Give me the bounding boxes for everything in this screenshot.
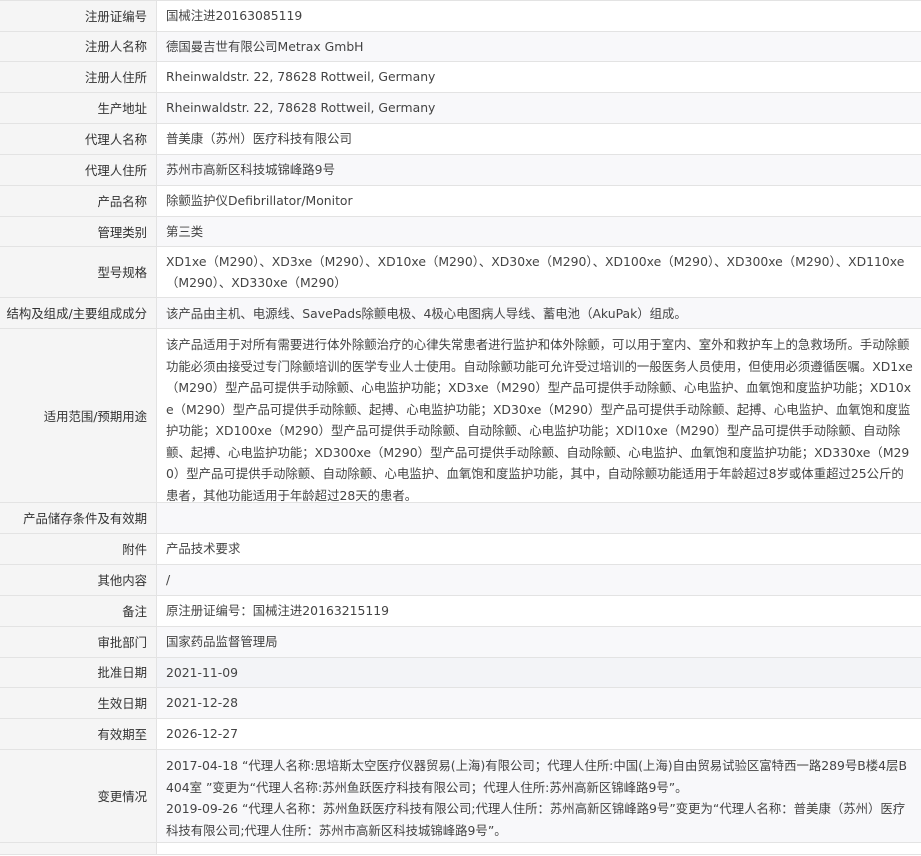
- table-row-other-content: 其他内容 /: [0, 564, 921, 596]
- field-value: 该产品由主机、电源线、SavePads除颤电极、4极心电图病人导线、蓄电池（Ak…: [166, 305, 687, 321]
- table-row-agent-name: 代理人名称 普美康（苏州）医疗科技有限公司: [0, 124, 921, 155]
- field-value: XD1xe（M290）、XD3xe（M290）、XD10xe（M290）、XD3…: [166, 253, 905, 291]
- field-label: 注册人住所: [0, 62, 157, 93]
- table-row-registrant-name: 注册人名称 德国曼吉世有限公司Metrax GmbH: [0, 31, 921, 63]
- field-label: 产品名称: [0, 185, 157, 216]
- table-row-effective-date: 生效日期 2021-12-28: [0, 688, 921, 720]
- field-value: 德国曼吉世有限公司Metrax GmbH: [166, 38, 364, 54]
- table-row-intended-use: 适用范围/预期用途 该产品适用于对所有需要进行体外除颤治疗的心律失常患者进行监护…: [0, 329, 921, 504]
- table-row-agent-address: 代理人住所 苏州市高新区科技城锦峰路9号: [0, 154, 921, 186]
- field-value: 第三类: [166, 223, 204, 239]
- table-row-registrant-address: 注册人住所 Rheinwaldstr. 22, 78628 Rottweil, …: [0, 62, 921, 94]
- field-label: 注册人名称: [0, 31, 157, 62]
- change-entry: 2019-09-26 “代理人名称：苏州鱼跃医疗科技有限公司;代理人住所：苏州高…: [166, 801, 906, 838]
- field-label: 适用范围/预期用途: [0, 329, 157, 503]
- table-row-approval-department: 审批部门 国家药品监督管理局: [0, 626, 921, 658]
- table-row-expiry-date: 有效期至 2026-12-27: [0, 719, 921, 751]
- field-value: 国械注进20163085119: [166, 8, 303, 24]
- table-row-registration-number: 注册证编号 国械注进20163085119: [0, 1, 921, 32]
- field-value: [157, 503, 921, 533]
- table-row-remarks: 备注 原注册证编号：国械注进20163215119: [0, 595, 921, 627]
- field-value: 除颤监护仪Defibrillator/Monitor: [166, 193, 353, 209]
- field-value: 产品技术要求: [166, 541, 241, 557]
- table-row-product-name: 产品名称 除颤监护仪Defibrillator/Monitor: [0, 185, 921, 217]
- field-label: 备注: [0, 595, 157, 626]
- field-value: Rheinwaldstr. 22, 78628 Rottweil, German…: [166, 69, 436, 85]
- table-row-approval-date: 批准日期 2021-11-09: [0, 657, 921, 689]
- registration-detail-table: 注册证编号 国械注进20163085119 注册人名称 德国曼吉世有限公司Met…: [0, 0, 921, 856]
- field-label: 结构及组成/主要组成成分: [0, 298, 157, 329]
- field-label: 有效期至: [0, 719, 157, 750]
- field-label: 生效日期: [0, 688, 157, 719]
- field-value: 2021-11-09: [166, 664, 239, 680]
- field-value: /: [166, 572, 171, 588]
- field-label: 代理人住所: [0, 154, 157, 185]
- field-value: [157, 843, 921, 854]
- field-value: Rheinwaldstr. 22, 78628 Rottweil, German…: [166, 100, 436, 116]
- table-row-attachment: 附件 产品技术要求: [0, 533, 921, 565]
- table-row-structure-composition: 结构及组成/主要组成成分 该产品由主机、电源线、SavePads除颤电极、4极心…: [0, 298, 921, 330]
- table-row-trailing: [0, 843, 921, 856]
- field-label: 管理类别: [0, 216, 157, 247]
- field-value: 2021-12-28: [166, 695, 239, 711]
- field-label: 批准日期: [0, 657, 157, 688]
- field-value: 苏州市高新区科技城锦峰路9号: [166, 162, 335, 178]
- change-history-list: 2017-04-18 “代理人名称:思培斯太空医疗仪器贸易(上海)有限公司；代理…: [157, 750, 921, 842]
- field-label: 生产地址: [0, 93, 157, 124]
- field-label: 变更情况: [0, 750, 157, 843]
- field-value: 2026-12-27: [166, 726, 239, 742]
- field-value: 普美康（苏州）医疗科技有限公司: [166, 131, 352, 147]
- field-value: 该产品适用于对所有需要进行体外除颤治疗的心律失常患者进行监护和体外除颤，可以用于…: [166, 337, 913, 503]
- table-row-model-spec: 型号规格 XD1xe（M290）、XD3xe（M290）、XD10xe（M290…: [0, 247, 921, 299]
- field-label: 审批部门: [0, 626, 157, 657]
- field-label: [0, 843, 157, 855]
- table-row-storage-conditions: 产品储存条件及有效期: [0, 503, 921, 534]
- field-label: 注册证编号: [0, 1, 157, 31]
- field-label: 其他内容: [0, 564, 157, 595]
- field-value: 国家药品监督管理局: [166, 633, 278, 649]
- field-label: 代理人名称: [0, 124, 157, 154]
- table-row-management-category: 管理类别 第三类: [0, 216, 921, 248]
- field-label: 产品储存条件及有效期: [0, 503, 157, 533]
- table-row-change-history: 变更情况 2017-04-18 “代理人名称:思培斯太空医疗仪器贸易(上海)有限…: [0, 750, 921, 844]
- change-entry: 2017-04-18 “代理人名称:思培斯太空医疗仪器贸易(上海)有限公司；代理…: [166, 758, 907, 795]
- field-label: 附件: [0, 533, 157, 564]
- field-value: 原注册证编号：国械注进20163215119: [166, 603, 390, 619]
- field-label: 型号规格: [0, 247, 157, 298]
- table-row-production-address: 生产地址 Rheinwaldstr. 22, 78628 Rottweil, G…: [0, 93, 921, 125]
